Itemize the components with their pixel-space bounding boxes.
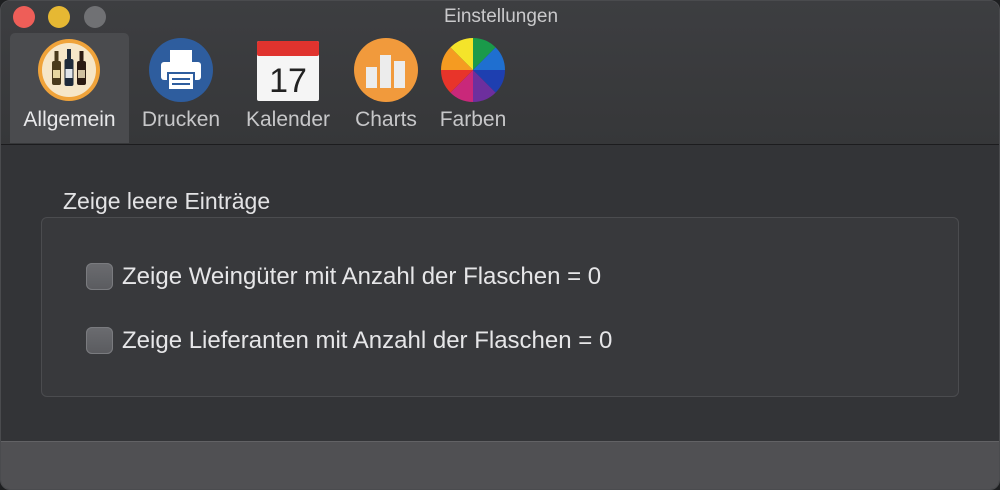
calendar-day: 17 <box>269 62 307 100</box>
checkbox-label[interactable]: Zeige Lieferanten mit Anzahl der Flasche… <box>122 326 612 356</box>
window-title: Einstellungen <box>443 6 559 27</box>
content-area: Zeige leere Einträge Zeige Weingüter mit… <box>1 145 999 441</box>
preferences-window: Einstellungen Allgemein Drucken 17 Kalen… <box>0 0 1000 490</box>
tab-farben[interactable]: Farben <box>433 33 513 143</box>
tab-label: Kalender <box>245 108 331 131</box>
tab-label: Drucken <box>141 108 221 131</box>
tab-label: Allgemein <box>23 108 116 131</box>
calendar-icon: 17 <box>257 41 319 101</box>
checkbox-label[interactable]: Zeige Weingüter mit Anzahl der Flaschen … <box>122 262 601 292</box>
group-title: Zeige leere Einträge <box>63 188 271 214</box>
group-box: Zeige Weingüter mit Anzahl der Flaschen … <box>41 217 959 397</box>
checkbox[interactable] <box>86 327 113 354</box>
tab-charts[interactable]: Charts <box>346 33 426 143</box>
checkbox[interactable] <box>86 263 113 290</box>
wine-bottles-icon <box>38 39 100 101</box>
tab-label: Farben <box>439 108 507 131</box>
tab-label: Charts <box>355 108 417 131</box>
tab-drucken[interactable]: Drucken <box>134 33 228 143</box>
printer-icon <box>149 38 213 102</box>
tab-allgemein[interactable]: Allgemein <box>10 33 129 143</box>
tab-kalender[interactable]: 17 Kalender <box>237 33 339 143</box>
bar-chart-icon <box>354 38 418 102</box>
color-wheel-icon <box>441 38 505 102</box>
titlebar: Einstellungen Allgemein Drucken 17 Kalen… <box>1 1 999 145</box>
bottom-bar <box>1 441 999 489</box>
